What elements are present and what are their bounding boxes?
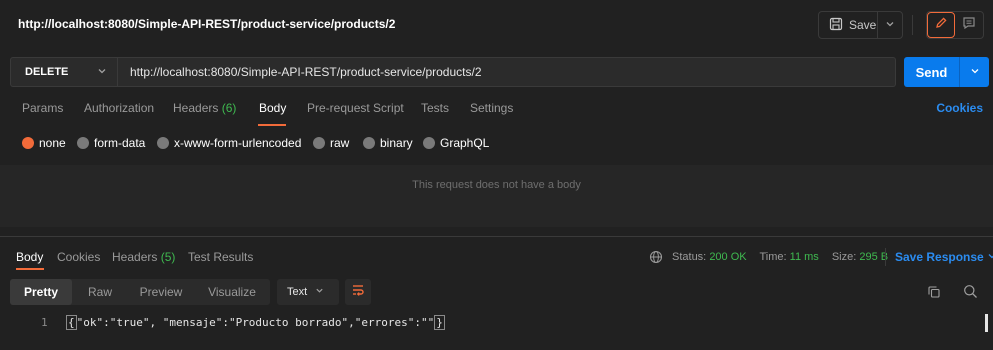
request-tabs: Params Authorization Headers (6) Body Pr… <box>0 101 993 126</box>
brace-close: } <box>434 315 445 330</box>
response-tab-headers-label: Headers <box>112 250 158 264</box>
response-meta: Status: 200 OK Time: 11 ms Size: 295 B <box>672 251 888 263</box>
brace-open: { <box>66 315 77 330</box>
view-visualize[interactable]: Visualize <box>198 279 266 305</box>
method-select[interactable]: DELETE <box>10 57 118 87</box>
url-input[interactable]: http://localhost:8080/Simple-API-REST/pr… <box>118 57 896 87</box>
edit-mode-button[interactable] <box>927 12 956 38</box>
save-label: Save <box>849 18 877 32</box>
radio-icon <box>77 137 89 149</box>
active-tab-indicator <box>258 124 286 126</box>
status-label: Status: <box>672 251 707 263</box>
radio-icon <box>157 137 169 149</box>
time-value[interactable]: 11 ms <box>790 251 819 263</box>
status-value[interactable]: 200 OK <box>709 251 746 263</box>
request-body-area: This request does not have a body <box>0 165 993 227</box>
save-options-button[interactable] <box>878 12 902 38</box>
wrap-lines-icon <box>351 283 365 302</box>
code-content: "ok":"true", "mensaje":"Producto borrado… <box>76 316 435 329</box>
copy-icon[interactable] <box>927 285 941 304</box>
save-response-button[interactable]: Save Response <box>895 250 993 264</box>
response-body-text[interactable]: {"ok":"true", "mensaje":"Producto borrad… <box>66 315 445 330</box>
radio-icon <box>363 137 375 149</box>
comment-icon <box>962 16 976 35</box>
radio-label: binary <box>380 136 413 150</box>
divider <box>885 248 886 266</box>
response-tab-headers[interactable]: Headers (5) <box>112 250 175 264</box>
method-label: DELETE <box>25 66 69 78</box>
radio-icon <box>423 137 435 149</box>
tab-params[interactable]: Params <box>22 101 63 115</box>
radio-binary[interactable]: binary <box>363 136 413 150</box>
cookies-link[interactable]: Cookies <box>936 101 983 115</box>
radio-icon <box>313 137 325 149</box>
radio-selected-icon <box>22 137 34 149</box>
save-button-group: Save <box>818 11 903 39</box>
body-type-options: none form-data x-www-form-urlencoded raw… <box>0 136 993 156</box>
radio-label: raw <box>330 136 350 150</box>
tab-headers[interactable]: Headers (6) <box>173 101 236 115</box>
request-title[interactable]: http://localhost:8080/Simple-API-REST/pr… <box>18 17 395 31</box>
send-options-button[interactable] <box>960 57 989 87</box>
response-view-tabs: Pretty Raw Preview Visualize <box>10 279 270 305</box>
tab-settings[interactable]: Settings <box>470 101 513 115</box>
radio-x-www-form-urlencoded[interactable]: x-www-form-urlencoded <box>157 136 301 150</box>
title-bar: http://localhost:8080/Simple-API-REST/pr… <box>0 0 993 48</box>
response-divider[interactable] <box>0 236 993 237</box>
radio-label: x-www-form-urlencoded <box>174 136 302 150</box>
format-select[interactable]: Text <box>277 279 339 305</box>
tab-authorization[interactable]: Authorization <box>84 101 154 115</box>
view-pretty[interactable]: Pretty <box>10 279 72 305</box>
radio-none[interactable]: none <box>22 136 66 150</box>
time-label: Time: <box>759 251 787 263</box>
search-icon[interactable] <box>963 284 978 304</box>
tab-body[interactable]: Body <box>259 101 286 115</box>
mode-toggle-group <box>926 11 984 39</box>
response-tab-body[interactable]: Body <box>16 250 43 264</box>
tab-pre-request-script[interactable]: Pre-request Script <box>307 101 404 115</box>
send-button[interactable]: Send <box>904 57 960 87</box>
response-tab-cookies[interactable]: Cookies <box>57 250 100 264</box>
response-tab-test-results[interactable]: Test Results <box>188 250 253 264</box>
globe-icon[interactable] <box>649 250 663 269</box>
radio-graphql[interactable]: GraphQL <box>423 136 489 150</box>
save-response-label: Save Response <box>895 250 984 264</box>
tab-headers-label: Headers <box>173 101 219 115</box>
scrollbar-thumb[interactable] <box>985 314 988 332</box>
radio-form-data[interactable]: form-data <box>77 136 145 150</box>
save-button[interactable]: Save <box>819 12 878 38</box>
chevron-down-icon <box>97 66 107 79</box>
radio-label: form-data <box>94 136 146 150</box>
divider <box>912 15 913 35</box>
line-number: 1 <box>41 316 48 329</box>
radio-label: none <box>39 136 66 150</box>
response-body-editor[interactable]: 1 {"ok":"true", "mensaje":"Producto borr… <box>0 315 993 333</box>
request-url-bar: DELETE http://localhost:8080/Simple-API-… <box>0 48 993 96</box>
headers-count: (6) <box>221 101 237 115</box>
save-icon <box>829 17 843 34</box>
view-preview[interactable]: Preview <box>128 279 194 305</box>
size-label: Size: <box>831 251 857 263</box>
tab-tests[interactable]: Tests <box>421 101 449 115</box>
wrap-lines-button[interactable] <box>345 279 371 305</box>
send-button-group: Send <box>904 57 989 87</box>
no-body-message: This request does not have a body <box>412 179 581 191</box>
chevron-down-icon <box>885 16 895 34</box>
chevron-down-icon <box>987 250 993 264</box>
pencil-icon <box>934 16 948 35</box>
size-value[interactable]: 295 B <box>859 251 888 263</box>
chevron-down-icon <box>970 63 980 81</box>
response-headers-count: (5) <box>160 250 176 264</box>
chevron-down-icon <box>315 286 324 298</box>
active-response-tab-indicator <box>16 268 44 270</box>
radio-label: GraphQL <box>440 136 490 150</box>
comments-button[interactable] <box>955 12 983 38</box>
format-label: Text <box>287 286 308 298</box>
view-raw[interactable]: Raw <box>76 279 124 305</box>
radio-raw[interactable]: raw <box>313 136 349 150</box>
